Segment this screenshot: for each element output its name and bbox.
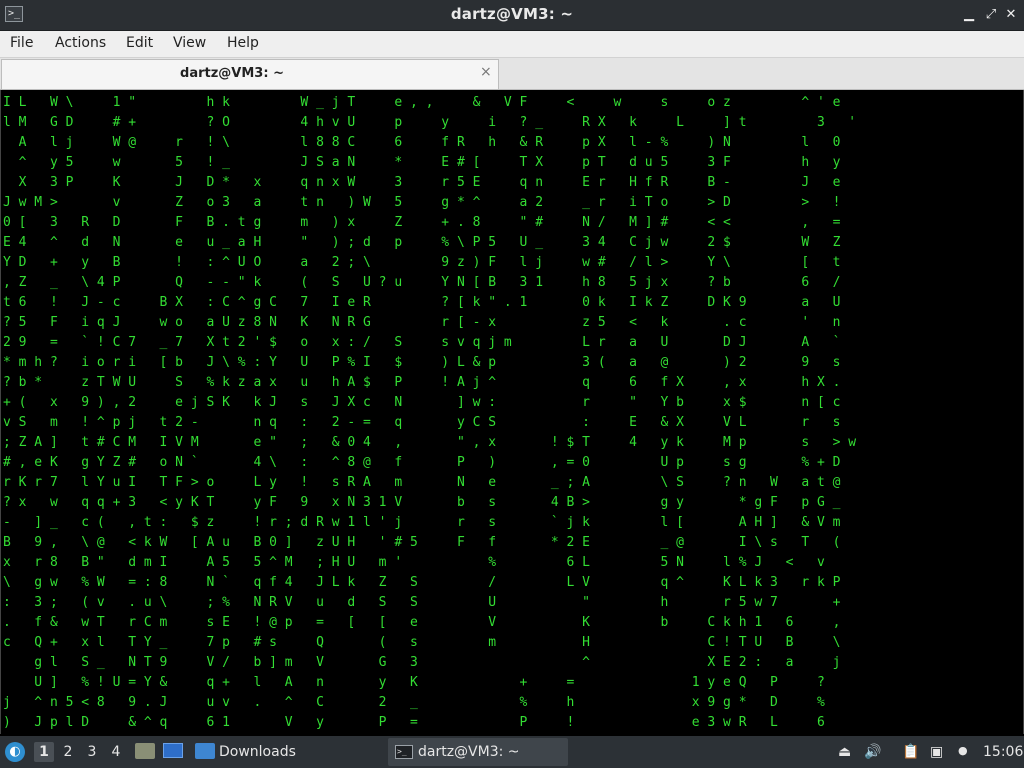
volume-icon[interactable]: 🔊: [864, 744, 881, 760]
workspace-1[interactable]: 1: [34, 742, 54, 762]
maximize-icon[interactable]: ⤢: [982, 6, 1000, 24]
menu-bar: File Actions Edit View Help: [0, 31, 1024, 58]
terminal-icon: >_: [395, 745, 413, 759]
terminal-tab[interactable]: dartz@VM3: ~ ×: [1, 59, 499, 89]
window-titlebar[interactable]: >_ dartz@VM3: ~ ▁ ⤢ ✕: [0, 0, 1024, 31]
menu-actions[interactable]: Actions: [55, 35, 106, 51]
menu-file[interactable]: File: [10, 35, 33, 51]
eject-icon[interactable]: ⏏: [838, 744, 851, 760]
minimize-icon[interactable]: ▁: [960, 6, 978, 24]
tab-label: dartz@VM3: ~: [180, 66, 284, 81]
close-icon[interactable]: ✕: [1002, 6, 1020, 24]
show-desktop-icon[interactable]: [163, 743, 183, 758]
menu-help[interactable]: Help: [227, 35, 259, 51]
notification-icon[interactable]: ●: [958, 744, 968, 757]
terminal-view[interactable]: I L W \ 1 " h k W _ j T e , , & V F < w …: [0, 90, 1024, 734]
downloads-folder-label[interactable]: Downloads: [219, 744, 296, 760]
lxqt-menu-icon[interactable]: ◐: [5, 742, 25, 762]
task-label: dartz@VM3: ~: [418, 744, 520, 760]
workspace-4[interactable]: 4: [106, 742, 126, 762]
task-terminal-button[interactable]: >_ dartz@VM3: ~: [388, 738, 568, 766]
matrix-rain-output: I L W \ 1 " h k W _ j T e , , & V F < w …: [3, 95, 857, 730]
tab-close-icon[interactable]: ×: [480, 64, 492, 80]
file-manager-icon[interactable]: [135, 743, 155, 759]
tab-bar: dartz@VM3: ~ ×: [0, 58, 1024, 90]
folder-icon[interactable]: [195, 743, 215, 759]
workspace-2[interactable]: 2: [58, 742, 78, 762]
clock[interactable]: 15:06: [983, 744, 1023, 760]
network-icon[interactable]: ▣: [930, 744, 943, 760]
workspace-3[interactable]: 3: [82, 742, 102, 762]
clipboard-icon[interactable]: 📋: [902, 744, 919, 760]
taskbar: ◐ 1 2 3 4 Downloads >_ dartz@VM3: ~ ⏏ 🔊 …: [0, 736, 1024, 768]
window-title: dartz@VM3: ~: [450, 5, 574, 23]
menu-view[interactable]: View: [173, 35, 206, 51]
menu-edit[interactable]: Edit: [126, 35, 153, 51]
